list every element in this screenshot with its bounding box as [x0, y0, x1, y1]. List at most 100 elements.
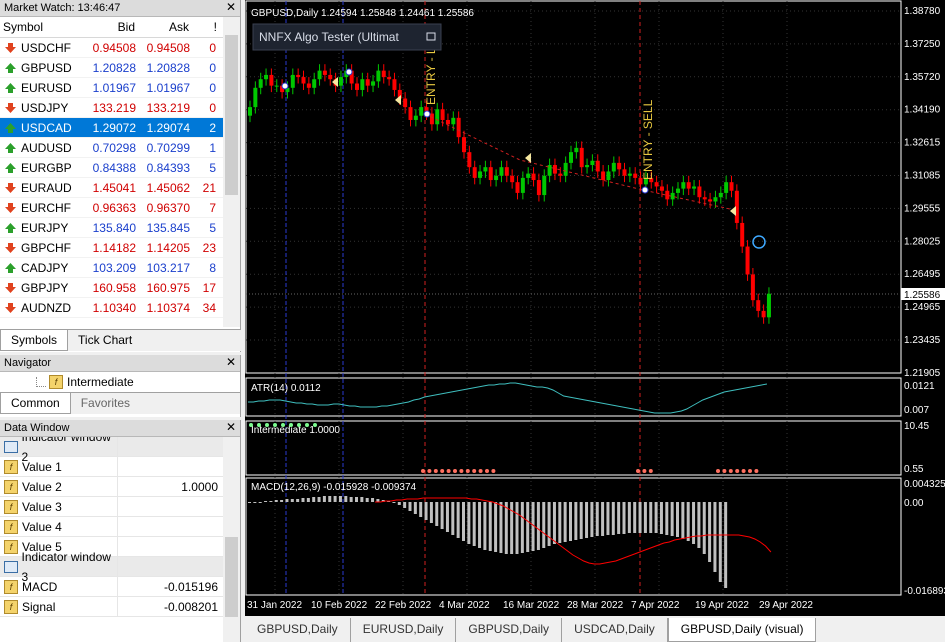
macd-bar — [280, 500, 284, 502]
col-ask[interactable]: Ask — [138, 17, 192, 37]
data-window-title: Data Window — [4, 422, 70, 434]
spread-cell: 0 — [192, 58, 220, 77]
scrollbar-thumb[interactable] — [225, 35, 238, 195]
data-label: Value 2 — [22, 479, 62, 494]
candle-body — [360, 79, 365, 90]
macd-scale-bottom: -0.016893 — [904, 586, 945, 597]
macd-bar — [585, 502, 589, 538]
market-watch-title: Market Watch: 13:46:47 — [4, 2, 121, 14]
col-spread[interactable]: ! — [192, 17, 220, 37]
macd-bar — [360, 497, 364, 502]
market-watch-row[interactable]: AUDNZD 1.10340 1.10374 34 — [0, 298, 240, 318]
market-watch-row[interactable]: GBPUSD 1.20828 1.20828 0 — [0, 58, 240, 78]
ask-cell: 160.975 — [138, 278, 192, 297]
macd-bar — [601, 502, 605, 536]
macd-bar — [285, 499, 289, 502]
bid-value: 1.20828 — [92, 61, 136, 75]
ea-label: NNFX Algo Tester (Ultimat — [259, 30, 399, 44]
market-watch-row[interactable]: EURUSD 1.01967 1.01967 0 — [0, 78, 240, 98]
indicator-icon: f — [4, 579, 18, 594]
market-watch-row[interactable]: USDCHF 0.94508 0.94508 0 — [0, 38, 240, 58]
close-icon[interactable]: ✕ — [226, 0, 236, 15]
market-watch-row[interactable]: GBPJPY 160.958 160.975 17 — [0, 278, 240, 298]
spread-value: 8 — [209, 261, 216, 275]
chart-tab-gbpusd[interactable]: GBPUSD,Daily — [245, 618, 351, 642]
macd-bar — [558, 502, 562, 543]
symbol-name: EURAUD — [21, 180, 72, 195]
navigator-tabs: Common Favorites — [0, 392, 240, 414]
tab-common[interactable]: Common — [0, 393, 71, 414]
market-watch-row[interactable]: GBPCHF 1.14182 1.14205 23 — [0, 238, 240, 258]
market-watch-row[interactable]: USDJPY 133.219 133.219 0 — [0, 98, 240, 118]
ask-cell: 1.01967 — [138, 78, 192, 97]
chart-tab-gbpusd-visual[interactable]: GBPUSD,Daily (visual) — [667, 618, 817, 642]
intermediate-dot-green — [257, 423, 261, 427]
ask-value: 133.219 — [146, 101, 190, 115]
market-watch-row[interactable]: USDCAD 1.29072 1.29074 2 — [0, 118, 240, 138]
bid-value: 1.10340 — [92, 301, 136, 315]
candle-body — [472, 167, 477, 178]
arrow-down-icon — [5, 242, 16, 253]
close-icon[interactable]: ✕ — [226, 355, 236, 370]
chart-svg[interactable]: 1.38780 1.37250 1.35720 1.34190 1.32615 1.310… — [245, 0, 945, 616]
macd-bar — [520, 502, 524, 553]
macd-bar — [547, 502, 551, 546]
chart-tab-gbpusd-2[interactable]: GBPUSD,Daily — [456, 618, 563, 642]
market-watch-row[interactable]: CADJPY 103.209 103.217 8 — [0, 258, 240, 278]
macd-bar — [306, 498, 310, 502]
col-bid[interactable]: Bid — [79, 17, 138, 37]
tab-symbols[interactable]: Symbols — [0, 330, 69, 351]
intermediate-dot-green — [265, 423, 269, 427]
tab-favorites[interactable]: Favorites — [71, 393, 140, 414]
candle-body — [371, 81, 376, 86]
macd-bar — [670, 502, 674, 536]
market-watch-row[interactable]: EURCHF 0.96363 0.96370 7 — [0, 198, 240, 218]
market-watch-scrollbar[interactable] — [223, 17, 240, 327]
candle-body — [713, 197, 718, 202]
tab-tick-chart[interactable]: Tick Chart — [68, 330, 142, 351]
candle-body — [499, 167, 504, 176]
navigator-item[interactable]: f Intermediate — [0, 372, 240, 392]
data-name-cell: f Signal — [0, 597, 118, 616]
macd-bar — [440, 502, 444, 529]
data-name-cell: f Value 2 — [0, 477, 118, 496]
chart-tab-eurusd[interactable]: EURUSD,Daily — [351, 618, 457, 642]
market-watch-row[interactable]: AUDUSD 0.70298 0.70299 1 — [0, 138, 240, 158]
entry-marker — [281, 82, 289, 90]
candle-body — [269, 74, 274, 86]
price-tick: 1.28025 — [904, 236, 941, 247]
intermediate-scale-top: 10.45 — [904, 421, 929, 432]
candle-body — [708, 199, 713, 202]
symbol-name: AUDUSD — [21, 140, 72, 155]
macd-bar — [536, 502, 540, 550]
symbol-cell: EURUSD — [0, 78, 79, 97]
data-window-panel: Data Window ✕ Indicator window 2fValue 1… — [0, 420, 241, 642]
data-window-group: Indicator window 2 — [0, 430, 240, 464]
chart-tab-usdcad[interactable]: USDCAD,Daily — [562, 618, 668, 642]
entry-marker — [641, 186, 649, 194]
market-watch-row[interactable]: EURJPY 135.840 135.845 5 — [0, 218, 240, 238]
candle-body — [392, 79, 397, 90]
candle-body — [606, 171, 611, 181]
macd-bar — [494, 502, 498, 552]
ask-value: 0.70299 — [146, 141, 190, 155]
macd-bar — [708, 502, 712, 562]
macd-bar — [542, 502, 546, 548]
bid-value: 133.219 — [92, 101, 136, 115]
macd-scale-top: 0.004325 — [904, 479, 945, 490]
col-symbol[interactable]: Symbol — [0, 17, 79, 37]
candle-body — [515, 182, 520, 193]
chart-area[interactable]: 1.38780 1.37250 1.35720 1.34190 1.32615 1.310… — [245, 0, 945, 616]
close-icon[interactable]: ✕ — [226, 420, 236, 435]
market-watch-row[interactable]: EURGBP 0.84388 0.84393 5 — [0, 158, 240, 178]
bid-cell: 1.10340 — [79, 298, 138, 317]
market-watch-row[interactable]: EURAUD 1.45041 1.45062 21 — [0, 178, 240, 198]
intermediate-dot-red — [741, 469, 746, 473]
scrollbar-thumb[interactable] — [225, 537, 238, 617]
spread-value: 23 — [202, 241, 216, 255]
spread-cell: 2 — [192, 118, 220, 137]
symbol-name: USDCAD — [21, 120, 72, 135]
macd-bar — [333, 496, 337, 502]
navigator-title-bar: Navigator ✕ — [0, 355, 240, 372]
data-window-scrollbar[interactable] — [223, 437, 240, 642]
